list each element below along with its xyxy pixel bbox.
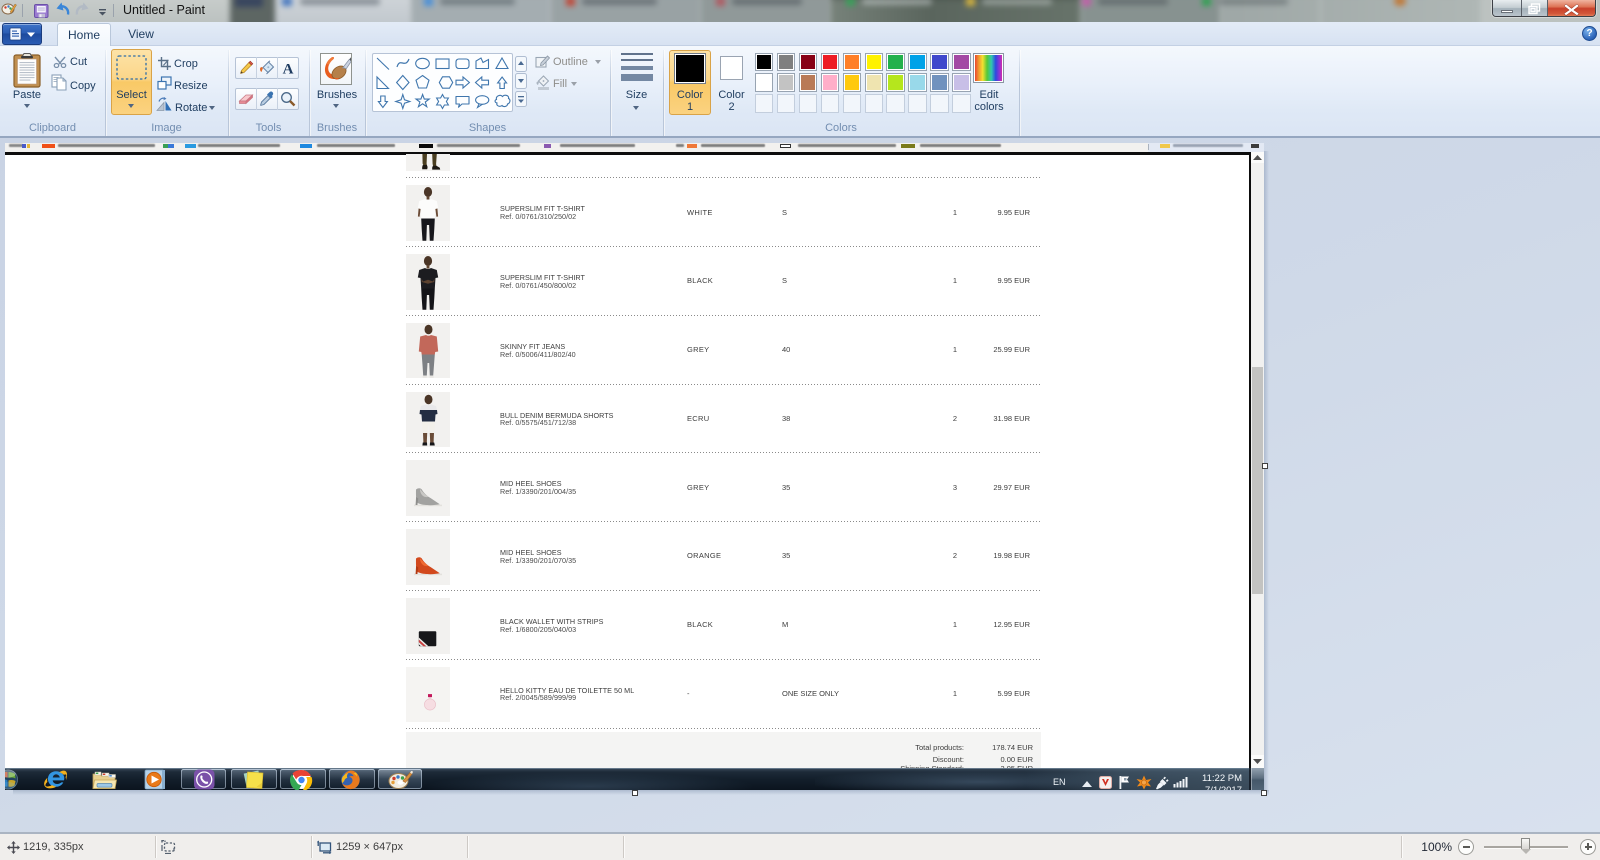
svg-text:A: A <box>283 62 294 77</box>
